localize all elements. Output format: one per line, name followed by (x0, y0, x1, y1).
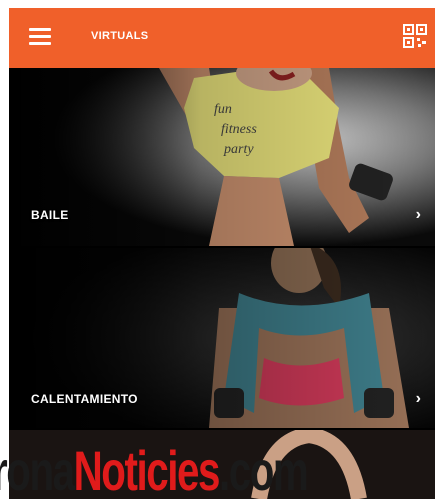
page-title: VIRTUALS (91, 30, 149, 42)
card-label-baile: BAILE (31, 208, 69, 222)
dancer-photo: fun fitness party (9, 68, 435, 246)
hamburger-menu-icon[interactable] (29, 28, 51, 46)
top-app-bar: VIRTUALS (9, 8, 435, 68)
category-card-calentamiento[interactable]: CALENTAMIENTO › (9, 248, 435, 428)
category-card-baile[interactable]: fun fitness party BAILE › (9, 68, 435, 246)
chevron-right-icon: › (415, 390, 421, 407)
chevron-right-icon: › (415, 206, 421, 223)
watermark-suffix: .com (218, 439, 309, 502)
qr-code-icon[interactable] (403, 24, 427, 48)
card-label-calentamiento: CALENTAMIENTO (31, 392, 138, 406)
watermark-prefix: rona (0, 439, 75, 502)
watermark-logo: ronaNoticies.com (0, 420, 435, 502)
watermark-brand: Noticies (73, 439, 221, 502)
